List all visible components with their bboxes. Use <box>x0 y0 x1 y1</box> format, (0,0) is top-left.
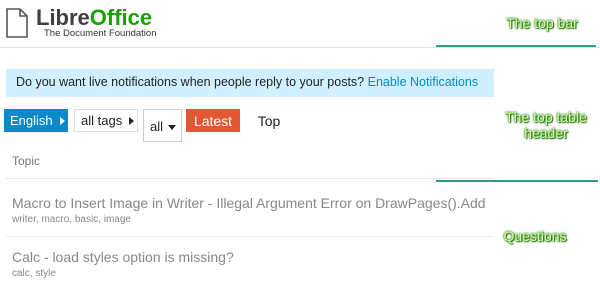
caret-right-icon <box>59 116 65 125</box>
question-tags: writer, macro, basic, image <box>12 214 131 225</box>
document-icon <box>6 8 28 38</box>
annotation-line-table-header <box>436 180 598 182</box>
annotation-top-bar: The top bar <box>506 15 578 31</box>
tag[interactable]: macro <box>41 214 69 225</box>
tag[interactable]: style <box>35 268 56 279</box>
caret-down-icon <box>168 125 177 130</box>
tag[interactable]: basic <box>75 214 98 225</box>
table-row: Macro to Insert Image in Writer - Illega… <box>12 195 486 225</box>
category-label: all <box>150 119 164 134</box>
notification-banner: Do you want live notifications when peop… <box>6 69 494 97</box>
logo-name-dark: Libre <box>36 5 90 30</box>
libreoffice-logo[interactable]: LibreOffice The Document Foundation <box>6 5 166 42</box>
question-title[interactable]: Calc - load styles option is missing? <box>12 249 234 265</box>
banner-message: Do you want live notifications when peop… <box>16 75 478 89</box>
tags-label: all tags <box>81 113 123 128</box>
tag[interactable]: writer <box>12 214 36 225</box>
row-divider <box>6 236 494 237</box>
annotation-line-top-bar <box>436 45 596 47</box>
banner-text: Do you want live notifications when peop… <box>16 75 365 89</box>
latest-tab[interactable]: Latest <box>186 109 240 132</box>
tags-dropdown-button[interactable]: all tags <box>74 109 138 132</box>
top-bar-divider <box>0 47 600 48</box>
category-dropdown-button[interactable]: all <box>143 109 182 142</box>
table-header-divider <box>6 178 494 179</box>
annotation-table-header: The top table header <box>496 109 596 141</box>
logo-name-green: Office <box>89 5 153 30</box>
annotation-questions: Questions <box>503 228 567 244</box>
logo-subtitle: The Document Foundation <box>44 28 157 39</box>
annotation-table-header-line2: header <box>524 125 568 141</box>
question-title[interactable]: Macro to Insert Image in Writer - Illega… <box>12 195 486 211</box>
language-label: English <box>10 113 53 128</box>
annotation-table-header-line1: The top table <box>505 109 587 125</box>
language-dropdown-button[interactable]: English <box>4 109 68 132</box>
enable-notifications-link[interactable]: Enable Notifications <box>368 75 478 89</box>
tag[interactable]: calc <box>12 268 30 279</box>
column-header-topic[interactable]: Topic <box>12 154 40 168</box>
question-tags: calc, style <box>12 268 56 279</box>
table-row: Calc - load styles option is missing? ca… <box>12 249 234 279</box>
tag[interactable]: image <box>104 214 131 225</box>
top-tab[interactable]: Top <box>249 109 289 132</box>
caret-right-icon <box>129 116 135 125</box>
